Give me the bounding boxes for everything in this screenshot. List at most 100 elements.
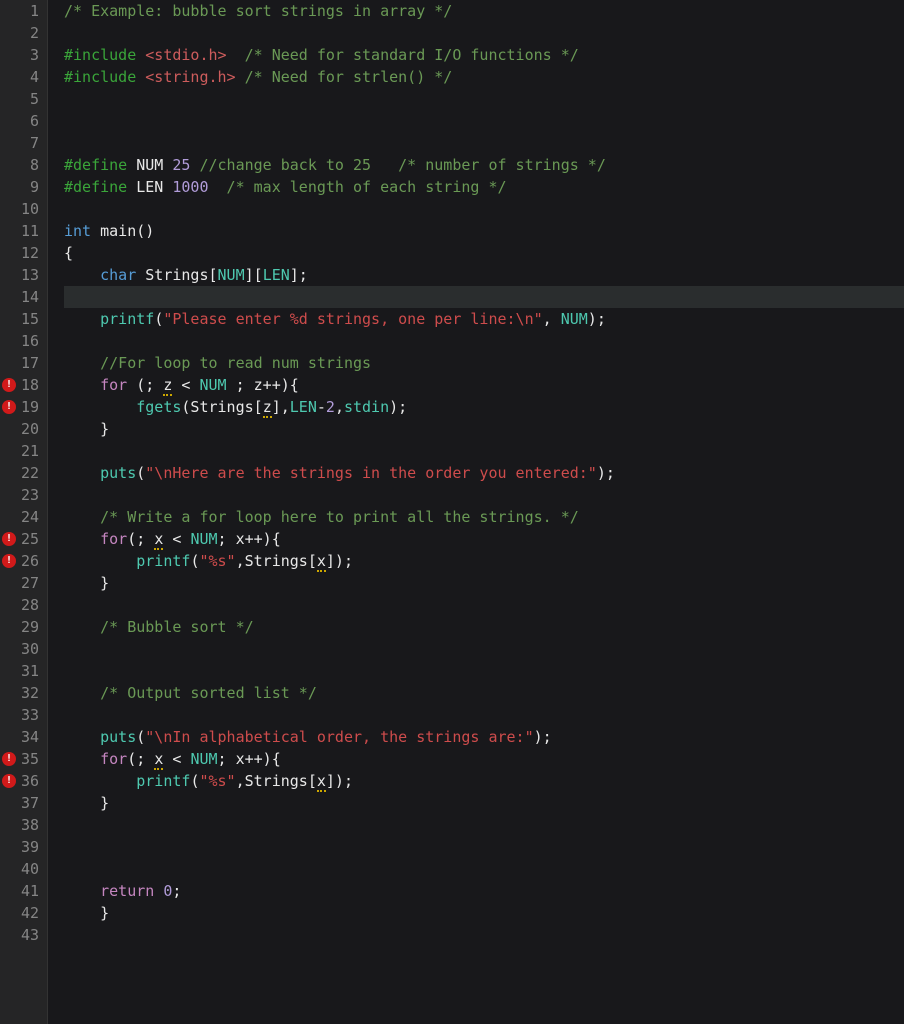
line-number-gutter[interactable]: 123456789101112131415161718!19!202122232… (0, 0, 48, 1024)
code-line[interactable]: for (; z < NUM ; z++){ (64, 374, 904, 396)
code-line[interactable] (64, 330, 904, 352)
line-number[interactable]: 23 (0, 484, 39, 506)
code-line[interactable] (64, 814, 904, 836)
code-editor[interactable]: /* Example: bubble sort strings in array… (48, 0, 904, 1024)
code-line[interactable] (64, 660, 904, 682)
code-line[interactable]: printf("Please enter %d strings, one per… (64, 308, 904, 330)
line-number[interactable]: 30 (0, 638, 39, 660)
code-line[interactable] (64, 198, 904, 220)
line-number[interactable]: 25! (0, 528, 39, 550)
error-icon[interactable]: ! (2, 554, 16, 568)
line-number[interactable]: 35! (0, 748, 39, 770)
code-line[interactable] (64, 110, 904, 132)
line-number[interactable]: 39 (0, 836, 39, 858)
line-number[interactable]: 33 (0, 704, 39, 726)
line-number[interactable]: 41 (0, 880, 39, 902)
code-token: NUM (218, 266, 245, 284)
line-number[interactable]: 21 (0, 440, 39, 462)
code-token: ( (136, 728, 145, 746)
code-line[interactable]: /* Write a for loop here to print all th… (64, 506, 904, 528)
code-line[interactable]: #include <stdio.h> /* Need for standard … (64, 44, 904, 66)
line-number[interactable]: 15 (0, 308, 39, 330)
code-line[interactable] (64, 286, 904, 308)
code-line[interactable]: return 0; (64, 880, 904, 902)
line-number[interactable]: 24 (0, 506, 39, 528)
line-number[interactable]: 26! (0, 550, 39, 572)
line-number[interactable]: 11 (0, 220, 39, 242)
code-line[interactable]: #include <string.h> /* Need for strlen()… (64, 66, 904, 88)
line-number[interactable]: 6 (0, 110, 39, 132)
error-icon[interactable]: ! (2, 378, 16, 392)
line-number[interactable]: 42 (0, 902, 39, 924)
code-line[interactable]: puts("\nHere are the strings in the orde… (64, 462, 904, 484)
line-number[interactable]: 9 (0, 176, 39, 198)
error-icon[interactable]: ! (2, 752, 16, 766)
code-line[interactable]: for(; x < NUM; x++){ (64, 528, 904, 550)
line-number[interactable]: 43 (0, 924, 39, 946)
code-line[interactable]: /* Bubble sort */ (64, 616, 904, 638)
code-line[interactable] (64, 836, 904, 858)
code-line[interactable]: //For loop to read num strings (64, 352, 904, 374)
line-number[interactable]: 31 (0, 660, 39, 682)
code-line[interactable]: } (64, 572, 904, 594)
line-number[interactable]: 4 (0, 66, 39, 88)
code-line[interactable] (64, 484, 904, 506)
code-line[interactable] (64, 132, 904, 154)
line-number[interactable]: 28 (0, 594, 39, 616)
code-line[interactable] (64, 704, 904, 726)
code-line[interactable]: printf("%s",Strings[x]); (64, 770, 904, 792)
line-number[interactable]: 29 (0, 616, 39, 638)
code-line[interactable] (64, 638, 904, 660)
error-icon[interactable]: ! (2, 774, 16, 788)
error-icon[interactable]: ! (2, 532, 16, 546)
code-line[interactable]: int main() (64, 220, 904, 242)
error-icon[interactable]: ! (2, 400, 16, 414)
line-number[interactable]: 17 (0, 352, 39, 374)
code-line[interactable]: /* Example: bubble sort strings in array… (64, 0, 904, 22)
line-number[interactable]: 14 (0, 286, 39, 308)
code-line[interactable] (64, 88, 904, 110)
code-line[interactable]: } (64, 418, 904, 440)
code-line[interactable]: #define LEN 1000 /* max length of each s… (64, 176, 904, 198)
line-number[interactable]: 13 (0, 264, 39, 286)
line-number[interactable]: 19! (0, 396, 39, 418)
line-number[interactable]: 38 (0, 814, 39, 836)
line-number[interactable]: 3 (0, 44, 39, 66)
code-line[interactable]: printf("%s",Strings[x]); (64, 550, 904, 572)
code-token: (; (127, 376, 163, 394)
line-number[interactable]: 36! (0, 770, 39, 792)
line-number[interactable]: 22 (0, 462, 39, 484)
line-number[interactable]: 34 (0, 726, 39, 748)
line-number[interactable]: 2 (0, 22, 39, 44)
line-number[interactable]: 7 (0, 132, 39, 154)
code-line[interactable] (64, 858, 904, 880)
code-line[interactable] (64, 22, 904, 44)
line-number[interactable]: 18! (0, 374, 39, 396)
code-line[interactable]: fgets(Strings[z],LEN-2,stdin); (64, 396, 904, 418)
line-number[interactable]: 20 (0, 418, 39, 440)
line-number[interactable]: 8 (0, 154, 39, 176)
code-line[interactable] (64, 440, 904, 462)
code-line[interactable] (64, 594, 904, 616)
line-number[interactable]: 10 (0, 198, 39, 220)
code-line[interactable]: for(; x < NUM; x++){ (64, 748, 904, 770)
code-token: for (100, 530, 127, 548)
code-line[interactable]: #define NUM 25 //change back to 25 /* nu… (64, 154, 904, 176)
line-number[interactable]: 27 (0, 572, 39, 594)
code-line[interactable]: { (64, 242, 904, 264)
code-line[interactable]: /* Output sorted list */ (64, 682, 904, 704)
line-number[interactable]: 5 (0, 88, 39, 110)
code-line[interactable]: } (64, 902, 904, 924)
line-number[interactable]: 40 (0, 858, 39, 880)
line-number[interactable]: 16 (0, 330, 39, 352)
code-line[interactable]: puts("\nIn alphabetical order, the strin… (64, 726, 904, 748)
line-number[interactable]: 12 (0, 242, 39, 264)
line-number[interactable]: 1 (0, 0, 39, 22)
code-token: , (543, 310, 561, 328)
code-line[interactable]: } (64, 792, 904, 814)
code-token (64, 464, 100, 482)
line-number[interactable]: 32 (0, 682, 39, 704)
line-number[interactable]: 37 (0, 792, 39, 814)
code-line[interactable] (64, 924, 904, 946)
code-line[interactable]: char Strings[NUM][LEN]; (64, 264, 904, 286)
